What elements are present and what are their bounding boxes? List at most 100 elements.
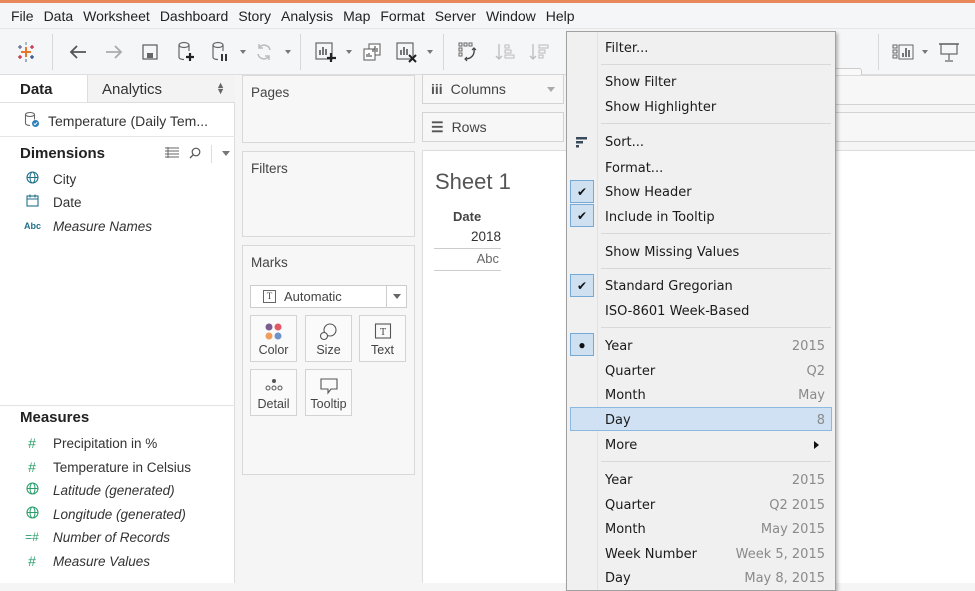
menu-item-example: Q2 bbox=[806, 363, 825, 379]
measure-field-latitude[interactable]: Latitude (generated) bbox=[24, 480, 175, 500]
menu-story[interactable]: Story bbox=[233, 8, 276, 24]
menu-item-week-number-continuous[interactable]: Week Number Week 5, 2015 bbox=[567, 542, 835, 566]
mark-type-dropdown[interactable]: T Automatic bbox=[250, 285, 407, 308]
presentation-icon[interactable] bbox=[936, 40, 962, 64]
detail-button[interactable]: Detail bbox=[250, 369, 297, 416]
menu-item-label: Sort... bbox=[605, 134, 645, 150]
menu-item-label: Include in Tooltip bbox=[605, 209, 715, 225]
menu-item-include-in-tooltip[interactable]: Include in Tooltip bbox=[567, 205, 835, 229]
detail-icon bbox=[251, 377, 296, 393]
field-label: Number of Records bbox=[53, 529, 171, 545]
cell-value[interactable]: Abc bbox=[433, 251, 499, 266]
measure-field-number-of-records[interactable]: =# Number of Records bbox=[24, 527, 170, 547]
back-icon[interactable] bbox=[66, 40, 90, 64]
menu-file[interactable]: File bbox=[6, 8, 39, 24]
tooltip-button[interactable]: Tooltip bbox=[305, 369, 352, 416]
measure-field-precipitation[interactable]: # Precipitation in % bbox=[24, 433, 157, 453]
search-icon[interactable] bbox=[189, 147, 201, 162]
dimension-field-date[interactable]: Date bbox=[24, 192, 82, 212]
size-button[interactable]: Size bbox=[305, 315, 352, 362]
menu-data[interactable]: Data bbox=[39, 8, 79, 24]
menu-item-quarter-discrete[interactable]: Quarter Q2 bbox=[567, 359, 835, 383]
pause-updates-icon[interactable] bbox=[208, 40, 232, 64]
save-icon[interactable] bbox=[138, 40, 162, 64]
year-header-value[interactable]: 2018 bbox=[433, 229, 501, 244]
show-me-dropdown[interactable] bbox=[922, 50, 928, 54]
dimension-field-measure-names[interactable]: Abc Measure Names bbox=[24, 216, 152, 236]
menu-analysis[interactable]: Analysis bbox=[276, 8, 338, 24]
column-header-date[interactable]: Date bbox=[453, 209, 481, 224]
menu-item-iso-8601[interactable]: ISO-8601 Week-Based bbox=[567, 299, 835, 323]
pause-updates-dropdown[interactable] bbox=[240, 50, 246, 54]
menu-item-filter[interactable]: Filter... bbox=[567, 36, 835, 60]
menu-item-label: Day bbox=[605, 570, 631, 586]
dimension-field-city[interactable]: City bbox=[24, 169, 76, 189]
view-list-icon[interactable] bbox=[165, 147, 179, 161]
new-worksheet-icon[interactable] bbox=[313, 40, 339, 64]
menu-item-example: 8 bbox=[816, 412, 825, 428]
menu-item-month-continuous[interactable]: Month May 2015 bbox=[567, 517, 835, 541]
menu-item-show-highlighter[interactable]: Show Highlighter bbox=[567, 95, 835, 119]
sort-ascending-icon[interactable] bbox=[494, 40, 518, 64]
menu-item-year-continuous[interactable]: Year 2015 bbox=[567, 468, 835, 492]
rows-shelf[interactable]: ☰ Rows bbox=[422, 112, 564, 142]
sheet-title[interactable]: Sheet 1 bbox=[435, 169, 511, 195]
clear-sheet-dropdown[interactable] bbox=[427, 50, 433, 54]
date-pill-context-menu: Filter... Show Filter Show Highlighter S… bbox=[566, 31, 836, 591]
menu-separator bbox=[601, 123, 831, 124]
menu-item-day-discrete[interactable]: Day 8 bbox=[567, 408, 835, 432]
refresh-dropdown[interactable] bbox=[285, 50, 291, 54]
forward-icon[interactable] bbox=[102, 40, 126, 64]
clear-sheet-icon[interactable] bbox=[394, 40, 420, 64]
new-datasource-icon[interactable] bbox=[174, 40, 198, 64]
filters-card[interactable]: Filters bbox=[242, 151, 415, 237]
show-me-icon[interactable] bbox=[891, 40, 919, 64]
size-label: Size bbox=[316, 343, 341, 357]
pages-card[interactable]: Pages bbox=[242, 75, 415, 143]
color-button[interactable]: Color bbox=[250, 315, 297, 362]
menu-item-show-header[interactable]: Show Header bbox=[567, 180, 835, 204]
refresh-icon[interactable] bbox=[252, 40, 276, 64]
menu-item-more[interactable]: More bbox=[567, 433, 835, 457]
dimensions-tools bbox=[165, 145, 230, 163]
menu-dropdown-icon[interactable] bbox=[222, 148, 230, 160]
rows-shelf-drop-area[interactable] bbox=[836, 112, 975, 142]
menu-separator bbox=[601, 268, 831, 269]
sort-descending-icon[interactable] bbox=[528, 40, 552, 64]
measure-field-longitude[interactable]: Longitude (generated) bbox=[24, 504, 186, 524]
field-label: Measure Names bbox=[53, 218, 153, 234]
menu-item-quarter-continuous[interactable]: Quarter Q2 2015 bbox=[567, 493, 835, 517]
duplicate-sheet-icon[interactable] bbox=[360, 40, 384, 64]
datasource-item[interactable]: Temperature (Daily Tem... bbox=[0, 105, 235, 137]
menu-dashboard[interactable]: Dashboard bbox=[155, 8, 234, 24]
menu-item-standard-gregorian[interactable]: Standard Gregorian bbox=[567, 274, 835, 298]
new-worksheet-dropdown[interactable] bbox=[346, 50, 352, 54]
tab-data[interactable]: Data bbox=[20, 81, 53, 98]
measure-field-measure-values[interactable]: # Measure Values bbox=[24, 551, 150, 571]
menu-item-sort[interactable]: Sort... bbox=[567, 130, 835, 154]
tab-analytics[interactable]: Analytics ▲ ▼ bbox=[87, 75, 235, 103]
menu-item-format[interactable]: Format... bbox=[567, 156, 835, 180]
columns-shelf-drop-area[interactable] bbox=[836, 75, 975, 105]
swap-icon[interactable] bbox=[456, 40, 480, 64]
toolbar-separator bbox=[878, 34, 879, 70]
menu-worksheet[interactable]: Worksheet bbox=[78, 8, 155, 24]
menu-item-month-discrete[interactable]: Month May bbox=[567, 383, 835, 407]
menu-map[interactable]: Map bbox=[338, 8, 375, 24]
menu-item-day-continuous[interactable]: Day May 8, 2015 bbox=[567, 566, 835, 590]
filters-title: Filters bbox=[251, 161, 288, 176]
tooltip-label: Tooltip bbox=[310, 397, 347, 411]
menu-window[interactable]: Window bbox=[481, 8, 541, 24]
menu-format[interactable]: Format bbox=[375, 8, 429, 24]
menu-item-year-discrete[interactable]: Year 2015 bbox=[567, 334, 835, 358]
menu-item-show-filter[interactable]: Show Filter bbox=[567, 70, 835, 94]
toolbar-separator bbox=[443, 34, 444, 70]
measure-field-temperature[interactable]: # Temperature in Celsius bbox=[24, 457, 191, 477]
tableau-logo-icon[interactable] bbox=[14, 40, 38, 64]
menu-item-example: 2015 bbox=[791, 338, 825, 354]
menu-item-show-missing-values[interactable]: Show Missing Values bbox=[567, 240, 835, 264]
columns-shelf[interactable]: iii Columns bbox=[422, 74, 564, 104]
text-button[interactable]: T Text bbox=[359, 315, 406, 362]
menu-server[interactable]: Server bbox=[430, 8, 481, 24]
menu-help[interactable]: Help bbox=[541, 8, 580, 24]
